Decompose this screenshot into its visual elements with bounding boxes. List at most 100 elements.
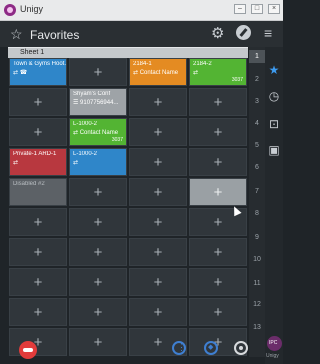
contacts-icon[interactable]: ⊡	[267, 117, 281, 131]
add-icon: +	[33, 94, 43, 111]
dialpad-icon[interactable]	[172, 341, 186, 355]
menu-icon[interactable]: ≡	[264, 25, 272, 41]
empty-tile[interactable]: +	[69, 238, 127, 266]
empty-tile[interactable]: +	[9, 118, 67, 146]
empty-tile[interactable]: +	[69, 268, 127, 296]
empty-tile[interactable]: +	[69, 328, 127, 356]
add-icon: +	[213, 304, 223, 321]
add-icon: +	[33, 214, 43, 231]
empty-tile[interactable]: +	[9, 88, 67, 116]
tile-disabled-2[interactable]: Disabled #2	[9, 178, 67, 206]
page-number-strip: 1 2 3 4 5 6 7 8 9 10 11 12 13	[249, 47, 265, 357]
hang-up-button[interactable]	[19, 341, 37, 359]
empty-tile[interactable]: +	[129, 178, 187, 206]
page-number-13[interactable]: 13	[249, 324, 265, 331]
empty-tile[interactable]: +	[9, 208, 67, 236]
empty-tile[interactable]: +	[9, 328, 67, 356]
tile-label: Shyam's Conf	[73, 91, 111, 97]
empty-tile[interactable]: +	[9, 268, 67, 296]
add-icon: +	[93, 214, 103, 231]
add-icon: +	[213, 154, 223, 171]
empty-tile[interactable]: +	[129, 298, 187, 326]
page-number-8[interactable]: 8	[249, 210, 265, 217]
add-icon: +	[33, 244, 43, 261]
star-outline-icon[interactable]: ☆	[10, 26, 23, 43]
empty-tile[interactable]: +	[189, 238, 247, 266]
page-number-3[interactable]: 3	[249, 98, 265, 105]
avatar-label: IPC	[269, 340, 278, 346]
add-icon: +	[213, 244, 223, 261]
tile-shyams-conf[interactable]: Shyam's Conf ☰ 9107756944...	[69, 88, 127, 116]
notifications-icon[interactable]	[204, 341, 218, 355]
add-icon: +	[153, 124, 163, 141]
add-icon: +	[93, 334, 103, 351]
empty-tile[interactable]: +	[129, 88, 187, 116]
window-title: Unigy	[20, 4, 44, 14]
add-icon: +	[213, 274, 223, 291]
empty-tile[interactable]: +	[189, 118, 247, 146]
page-number-4[interactable]: 4	[249, 120, 265, 127]
tile-sub: ⇄	[73, 160, 79, 166]
empty-tile[interactable]: +	[189, 88, 247, 116]
add-icon: +	[213, 184, 223, 201]
history-clock-icon[interactable]: ◷	[267, 89, 281, 103]
page-number-12[interactable]: 12	[249, 301, 265, 308]
settings-gear-icon[interactable]: ⚙	[211, 24, 224, 42]
empty-tile[interactable]: +	[69, 298, 127, 326]
avatar[interactable]: IPC	[267, 336, 282, 351]
tile-l-1000-2-blue[interactable]: L-1000-2 ⇄	[69, 148, 127, 176]
empty-tile[interactable]: +	[189, 268, 247, 296]
page-number-5[interactable]: 5	[249, 142, 265, 149]
empty-tile[interactable]: +	[129, 238, 187, 266]
empty-tile[interactable]: +	[189, 148, 247, 176]
empty-tile[interactable]: +	[9, 298, 67, 326]
speed-dial-grid: Town & Gyms Hoot... ⇄ ☎ + 2184-1 ⇄ Conta…	[9, 58, 247, 357]
tile-sub: ⇄	[193, 70, 199, 76]
add-icon: +	[153, 274, 163, 291]
sheet-label: Sheet 1	[20, 49, 45, 56]
empty-tile[interactable]: +	[129, 118, 187, 146]
empty-tile[interactable]: +	[69, 178, 127, 206]
page-number-7[interactable]: 7	[249, 188, 265, 195]
add-icon: +	[153, 214, 163, 231]
page-number-6[interactable]: 6	[249, 164, 265, 171]
empty-tile[interactable]: +	[129, 208, 187, 236]
add-icon: +	[153, 184, 163, 201]
page-number-9[interactable]: 9	[249, 234, 265, 241]
empty-tile[interactable]: +	[129, 148, 187, 176]
tile-town-gyms-hoot[interactable]: Town & Gyms Hoot... ⇄ ☎	[9, 58, 67, 86]
tile-label: Town & Gyms Hoot...	[13, 61, 66, 67]
target-icon[interactable]	[234, 341, 248, 355]
empty-tile[interactable]: +	[69, 208, 127, 236]
tile-l-1000-2[interactable]: L-1000-2 ⇄ Contact Name 3037	[69, 118, 127, 146]
tile-label: L-1000-2	[73, 121, 98, 127]
page-number-10[interactable]: 10	[249, 256, 265, 263]
empty-tile[interactable]: +	[69, 58, 127, 86]
tile-sub: ⇄	[13, 160, 19, 166]
tile-private-1-ard-1[interactable]: Private-1 ARD-1 ⇄	[9, 148, 67, 176]
empty-tile[interactable]: +	[129, 268, 187, 296]
tile-2184-2[interactable]: 2184-2 ⇄ 3037	[189, 58, 247, 86]
page-number-2[interactable]: 2	[249, 76, 265, 83]
maximize-icon[interactable]: □	[251, 4, 263, 14]
tile-label: 2184-2	[193, 61, 212, 67]
empty-tile[interactable]: +	[9, 238, 67, 266]
compass-icon[interactable]	[236, 25, 251, 40]
page-number-11[interactable]: 11	[249, 280, 265, 287]
page-number-1[interactable]: 1	[249, 50, 265, 63]
add-icon: +	[153, 304, 163, 321]
tile-2184-1[interactable]: 2184-1 ⇄ Contact Name	[129, 58, 187, 86]
empty-tile[interactable]: +	[189, 298, 247, 326]
add-icon: +	[153, 94, 163, 111]
add-icon: +	[93, 244, 103, 261]
empty-tile-hovered[interactable]: +	[189, 178, 247, 206]
add-icon: +	[213, 124, 223, 141]
minimize-icon[interactable]: –	[234, 4, 246, 14]
tile-label: L-1000-2	[73, 151, 98, 157]
intercom-icon[interactable]: ▣	[267, 143, 281, 157]
tile-sub: ⇄ Contact Name	[73, 130, 119, 136]
sheet-tab[interactable]: Sheet 1	[8, 47, 248, 58]
close-icon[interactable]: ×	[268, 4, 280, 14]
favorites-star-icon[interactable]: ★	[267, 63, 281, 77]
add-icon: +	[153, 244, 163, 261]
